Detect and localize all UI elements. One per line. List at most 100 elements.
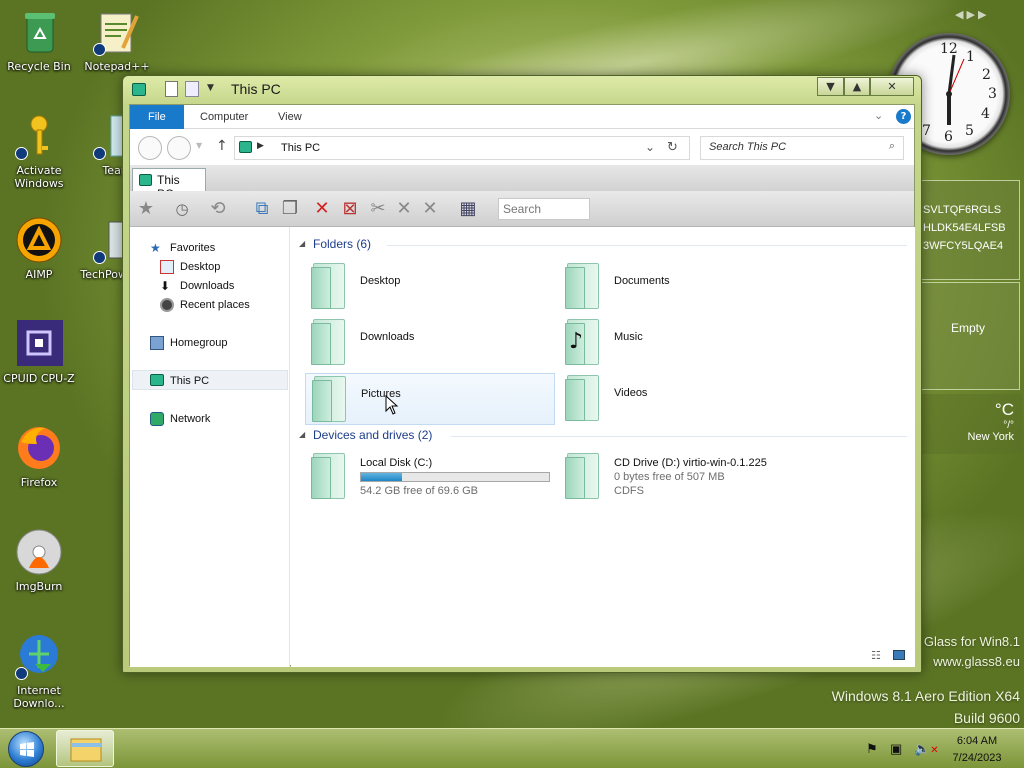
drive-name: CD Drive (D:) virtio-win-0.1.225 — [614, 457, 767, 469]
computer-small-icon — [150, 374, 164, 386]
drive-d[interactable]: CD Drive (D:) virtio-win-0.1.225 0 bytes… — [559, 451, 839, 501]
desktop-icon-label: Recycle Bin — [7, 60, 71, 73]
recent-dropdown-icon[interactable]: ▼ — [196, 141, 202, 150]
disk-usage-fill — [361, 473, 403, 481]
history-icon[interactable]: ◷ — [170, 197, 194, 221]
navigation-pane: ★ Favorites Desktop ⬇ Downloads Recent p… — [130, 227, 290, 667]
nav-network[interactable]: Network — [150, 410, 210, 428]
nav-label: Homegroup — [170, 337, 228, 349]
command-toolbar: ★ ◷ ⟲ ⧉ ❐ ✕ ⊠ ✂ ✕ ✕ ▦ Search — [130, 191, 914, 227]
star-icon[interactable]: ★ — [134, 197, 158, 221]
qat-new-folder-icon[interactable] — [185, 81, 199, 97]
gadget-controls[interactable]: ◀ ▶ ▶ — [955, 8, 987, 21]
copy-to-icon[interactable]: ⧉ — [250, 197, 274, 221]
key-line: HLDK54E4LFSB — [923, 222, 1006, 234]
nav-downloads[interactable]: ⬇ Downloads — [160, 277, 234, 295]
tab-file[interactable]: File — [130, 105, 184, 129]
windows-logo-icon — [20, 742, 34, 757]
nav-label: Downloads — [180, 280, 235, 292]
nav-desktop[interactable]: Desktop — [160, 258, 220, 276]
search-input[interactable]: Search This PC ⌕ — [700, 136, 904, 160]
drive-icon — [311, 451, 345, 499]
product-key-gadget[interactable]: SVLTQF6RGLS HLDK54E4LFSB 3WFCY5LQAE4 — [916, 180, 1020, 280]
tab-this-pc[interactable]: This PC — [132, 168, 206, 201]
desktop-icon-label: Firefox — [20, 476, 58, 489]
view-options-icon[interactable]: ▦ — [456, 197, 480, 221]
redo-icon[interactable]: ✕ — [418, 197, 442, 221]
folder-music[interactable]: ♪ Music — [559, 317, 809, 369]
up-arrow-icon[interactable]: ↑ — [216, 138, 228, 154]
system-clock[interactable]: 6:04 AM 7/24/2023 — [944, 733, 1010, 767]
forward-button[interactable] — [167, 136, 191, 160]
volume-muted-icon[interactable]: 🔈✕ — [914, 741, 939, 757]
taskbar: ⚑ ▣ 🔈✕ 6:04 AM 7/24/2023 — [0, 728, 1024, 768]
maximize-button[interactable]: ▲ — [844, 77, 870, 96]
toolbar-search-input[interactable]: Search — [498, 198, 590, 220]
network-icon — [150, 412, 164, 426]
taskbar-file-explorer[interactable] — [56, 730, 114, 767]
delete-icon[interactable]: ✕ — [310, 197, 334, 221]
desktop-icon-activate[interactable]: Activate Windows — [0, 112, 78, 190]
desktop-icon-idm[interactable]: Internet Downlo... — [0, 632, 78, 710]
minimize-button[interactable]: ▼ — [817, 77, 844, 96]
folder-documents[interactable]: Documents — [559, 261, 809, 313]
shortcut-arrow-icon — [93, 147, 106, 160]
address-bar[interactable]: ▶ This PC ⌄ ↻ — [234, 136, 690, 160]
folder-name: Documents — [614, 275, 670, 287]
firefox-icon — [15, 424, 63, 472]
large-icons-view-icon[interactable] — [893, 650, 905, 660]
nav-favorites[interactable]: ★ Favorites — [150, 239, 215, 257]
drive-c[interactable]: Local Disk (C:) 54.2 GB free of 69.6 GB — [305, 451, 555, 501]
folder-pictures[interactable]: Pictures — [305, 373, 555, 425]
close-button[interactable]: ✕ — [870, 77, 914, 96]
desktop-icon-aimp[interactable]: AIMP — [0, 216, 78, 281]
desktop-icon-cpuz[interactable]: CPUID CPU-Z — [0, 320, 78, 385]
slideshow-gadget[interactable]: Empty — [916, 282, 1020, 390]
qat-dropdown-icon[interactable]: ▼ — [207, 83, 214, 93]
weather-gadget[interactable]: °C °/° New York — [918, 394, 1022, 454]
tab-view[interactable]: View — [268, 105, 312, 129]
qat-properties-icon[interactable] — [165, 81, 178, 97]
desktop-icon-imgburn[interactable]: ImgBurn — [0, 528, 78, 593]
nav-label: Network — [170, 413, 211, 425]
folder-name: Videos — [614, 387, 648, 399]
address-dropdown-icon[interactable]: ⌄ — [645, 140, 655, 154]
desktop-icon-notepad[interactable]: Notepad++ — [78, 8, 156, 73]
temperature-range: °/° — [1003, 420, 1014, 431]
nav-homegroup[interactable]: Homegroup — [150, 334, 227, 352]
tab-computer[interactable]: Computer — [190, 105, 258, 129]
cut-icon[interactable]: ✂ — [366, 197, 390, 221]
network-tray-icon[interactable]: ▣ — [890, 741, 902, 757]
notepad-icon — [93, 8, 141, 56]
folder-icon — [312, 374, 346, 422]
folder-downloads[interactable]: Downloads — [305, 317, 555, 369]
desktop-icon-label: Internet Downlo... — [13, 684, 65, 710]
key-line: 3WFCY5LQAE4 — [923, 240, 1004, 252]
drive-filesystem: CDFS — [614, 485, 644, 497]
refresh-icon[interactable]: ↻ — [667, 140, 678, 155]
chevron-down-icon[interactable]: ⌄ — [874, 109, 883, 122]
folder-videos[interactable]: Videos — [559, 373, 809, 425]
breadcrumb-separator-icon[interactable]: ▶ — [257, 141, 264, 151]
move-to-icon[interactable]: ❐ — [278, 197, 302, 221]
nav-recent[interactable]: Recent places — [160, 296, 250, 314]
collapse-arrow-icon[interactable]: ◢ — [299, 430, 305, 439]
devices-header[interactable]: Devices and drives (2) — [313, 428, 432, 442]
details-view-icon[interactable]: ☷ — [871, 649, 881, 662]
folder-desktop[interactable]: Desktop — [305, 261, 555, 313]
action-center-icon[interactable]: ⚑ — [866, 741, 878, 757]
delete-file-icon[interactable]: ⊠ — [338, 197, 362, 221]
recycle-bin-icon — [15, 8, 63, 56]
back-button[interactable] — [138, 136, 162, 160]
undo-icon[interactable]: ✕ — [392, 197, 416, 221]
address-row: ▼ ↑ ▶ This PC ⌄ ↻ Search This PC ⌕ — [130, 129, 914, 165]
desktop-icon-recycle-bin[interactable]: Recycle Bin — [0, 8, 78, 73]
desktop-icon-firefox[interactable]: Firefox — [0, 424, 78, 489]
sync-icon[interactable]: ⟲ — [206, 197, 230, 221]
nav-this-pc[interactable]: This PC — [150, 372, 209, 390]
start-button[interactable] — [8, 731, 44, 767]
help-icon[interactable]: ? — [896, 109, 911, 124]
collapse-arrow-icon[interactable]: ◢ — [299, 239, 305, 248]
folders-header[interactable]: Folders (6) — [313, 237, 371, 251]
explorer-window[interactable]: ▼ This PC ▼ ▲ ✕ File Computer View ⌄ ? ▼… — [122, 75, 922, 673]
